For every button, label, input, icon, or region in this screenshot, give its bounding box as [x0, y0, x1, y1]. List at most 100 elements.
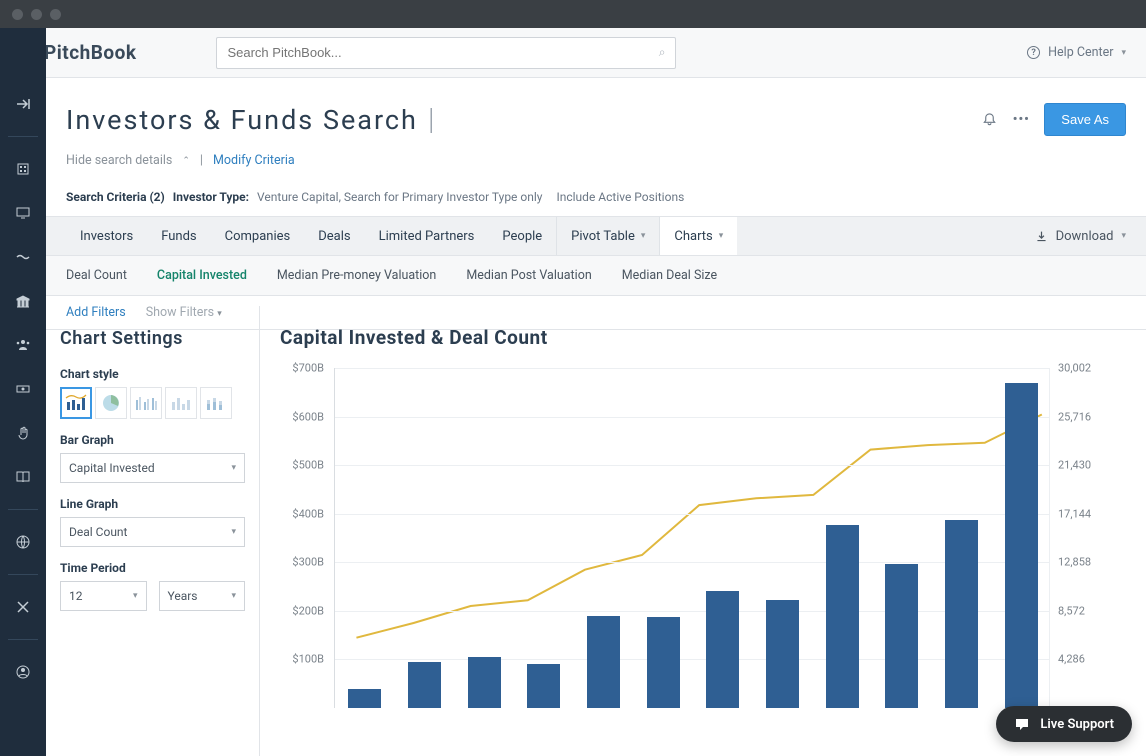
modify-criteria-link[interactable]: Modify Criteria [213, 153, 295, 168]
chart-area: Capital Invested & Deal Count $700B $600B… [260, 306, 1146, 756]
nav-hand-icon[interactable] [0, 419, 46, 447]
search-input[interactable] [227, 45, 658, 60]
chart-title: Capital Invested & Deal Count [280, 326, 1126, 349]
chart-bar[interactable] [1005, 383, 1038, 708]
tab-limited-partners[interactable]: Limited Partners [365, 217, 489, 255]
tab-pivot-table[interactable]: Pivot Table▾ [557, 217, 660, 255]
search-icon: ⌕ [659, 45, 666, 60]
chevron-down-icon: ▾ [231, 463, 236, 473]
chart-settings-panel: Chart Settings Chart style [46, 306, 260, 756]
chart-bar[interactable] [826, 525, 859, 708]
subtab-deal-size[interactable]: Median Deal Size [622, 268, 717, 283]
y-left-tick: $600B [280, 410, 330, 423]
y-left-tick: $700B [280, 362, 330, 375]
chevron-down-icon: ▾ [719, 231, 724, 241]
hide-search-details-link[interactable]: Hide search details [66, 153, 172, 168]
y-left-tick: $500B [280, 459, 330, 472]
nav-screen-icon[interactable] [0, 199, 46, 227]
y-right-tick: 30,002 [1052, 362, 1100, 375]
nav-companies-icon[interactable] [0, 155, 46, 183]
search-criteria-summary: Search Criteria (2) Investor Type: Ventu… [66, 190, 1126, 204]
time-number-select[interactable]: 12▾ [60, 581, 147, 611]
bell-icon[interactable] [980, 111, 998, 129]
chart-line[interactable] [356, 415, 1041, 638]
tab-funds[interactable]: Funds [147, 217, 210, 255]
time-period-label: Time Period [60, 561, 245, 575]
page-title: Investors & Funds Search| [66, 102, 437, 137]
download-icon [1035, 230, 1048, 243]
nav-book-icon[interactable] [0, 463, 46, 491]
chevron-down-icon: ▾ [641, 231, 646, 241]
main-tabs: Investors Funds Companies Deals Limited … [46, 216, 1146, 256]
nav-institution-icon[interactable] [0, 287, 46, 315]
chart-bar[interactable] [647, 617, 680, 708]
chart-bar[interactable] [408, 662, 441, 708]
window-max-dot[interactable] [50, 9, 61, 20]
style-column[interactable] [165, 387, 197, 419]
y-left-tick: $300B [280, 556, 330, 569]
chat-icon [1014, 716, 1030, 732]
nav-cash-icon[interactable] [0, 375, 46, 403]
nav-globe-icon[interactable] [0, 528, 46, 556]
chevron-down-icon: ▾ [231, 527, 236, 537]
window-titlebar [0, 0, 1146, 28]
more-icon[interactable]: ••• [1012, 111, 1030, 129]
live-support-button[interactable]: Live Support [996, 706, 1132, 742]
help-icon[interactable]: ? [1027, 46, 1040, 59]
global-search[interactable]: ⌕ [216, 37, 676, 69]
nav-people-icon[interactable] [0, 331, 46, 359]
line-graph-label: Line Graph [60, 497, 245, 511]
chart-bar[interactable] [885, 564, 918, 708]
y-right-tick: 25,716 [1052, 410, 1100, 423]
tab-charts[interactable]: Charts▾ [660, 217, 737, 255]
subtab-post-valuation[interactable]: Median Post Valuation [466, 268, 591, 283]
chevron-down-icon: ▾ [231, 591, 236, 601]
chart-bar[interactable] [706, 591, 739, 708]
nav-tools-icon[interactable] [0, 593, 46, 621]
nav-collapse-icon[interactable] [0, 90, 46, 118]
tab-companies[interactable]: Companies [211, 217, 305, 255]
subtab-pre-money[interactable]: Median Pre-money Valuation [277, 268, 436, 283]
y-right-tick: 17,144 [1052, 507, 1100, 520]
time-unit-select[interactable]: Years▾ [159, 581, 246, 611]
chart-bar[interactable] [468, 657, 501, 708]
chart-bar[interactable] [587, 616, 620, 708]
chart-plot: $700B$600B$500B$400B$300B$200B$100B 30,0… [280, 363, 1100, 723]
chart-bar[interactable] [348, 689, 381, 708]
window-close-dot[interactable] [12, 9, 23, 20]
chevron-up-icon: ⌃ [182, 156, 190, 166]
line-graph-select[interactable]: Deal Count▾ [60, 517, 245, 547]
chart-bar[interactable] [766, 600, 799, 708]
bar-graph-select[interactable]: Capital Invested▾ [60, 453, 245, 483]
window-min-dot[interactable] [31, 9, 42, 20]
y-right-tick: 21,430 [1052, 459, 1100, 472]
chevron-down-icon: ▾ [1121, 231, 1126, 241]
y-right-tick: 4,286 [1052, 653, 1100, 666]
style-pie[interactable] [95, 387, 127, 419]
nav-profile-icon[interactable] [0, 658, 46, 686]
style-bar-line[interactable] [60, 387, 92, 419]
brand-text: PitchBook [44, 41, 136, 64]
tab-people[interactable]: People [488, 217, 557, 255]
subtab-deal-count[interactable]: Deal Count [66, 268, 127, 283]
nav-deals-icon[interactable] [0, 243, 46, 271]
style-grouped-bar[interactable] [130, 387, 162, 419]
help-center-link[interactable]: Help Center [1048, 45, 1113, 60]
chart-bar[interactable] [945, 520, 978, 708]
main-area: Investors & Funds Search| ••• Save As Hi… [46, 78, 1146, 756]
chart-style-label: Chart style [60, 367, 245, 381]
y-left-tick: $100B [280, 653, 330, 666]
bar-graph-label: Bar Graph [60, 433, 245, 447]
left-nav-rail [0, 28, 46, 756]
chevron-down-icon: ▾ [133, 591, 138, 601]
download-button[interactable]: Download▾ [1035, 217, 1146, 255]
tab-deals[interactable]: Deals [304, 217, 364, 255]
tab-investors[interactable]: Investors [66, 217, 147, 255]
save-as-button[interactable]: Save As [1044, 103, 1126, 136]
y-right-tick: 8,572 [1052, 604, 1100, 617]
subtab-capital-invested[interactable]: Capital Invested [157, 268, 247, 283]
chart-bar[interactable] [527, 664, 560, 708]
chart-subtabs: Deal Count Capital Invested Median Pre-m… [46, 256, 1146, 296]
y-left-tick: $200B [280, 604, 330, 617]
style-stacked[interactable] [200, 387, 232, 419]
